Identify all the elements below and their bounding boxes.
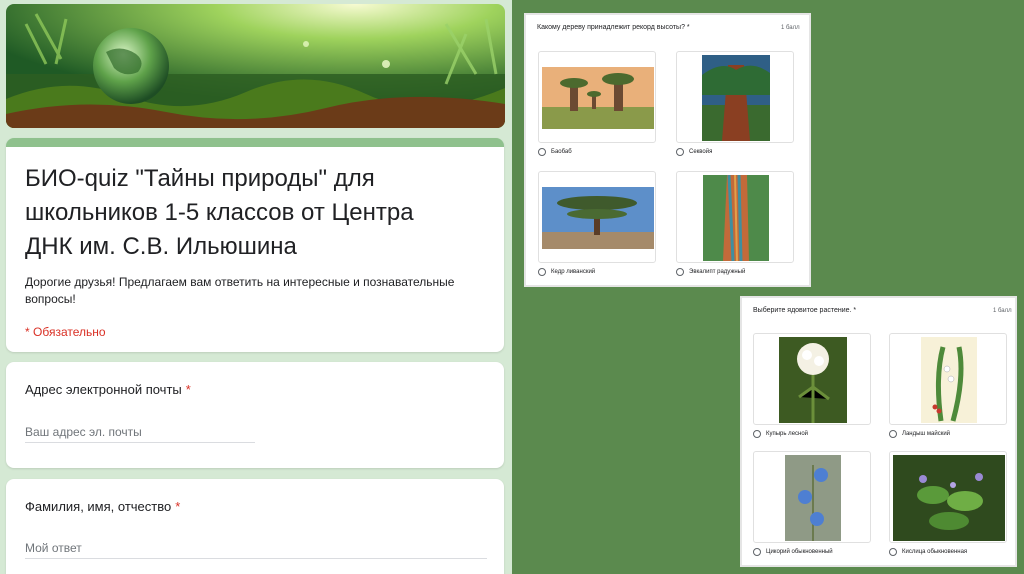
option-label: Купырь лесной: [766, 431, 809, 437]
full-name-question-card: Фамилия, имя, отчество *: [6, 479, 504, 574]
question-text: Какому дереву принадлежит рекорд высоты?…: [537, 24, 690, 31]
header-banner-image: [6, 4, 505, 128]
option-label: Цикорий обыкновенный: [766, 549, 833, 555]
points-label: 1 балл: [781, 25, 800, 31]
nature-globe-illustration: [6, 4, 505, 128]
option-cedar[interactable]: Кедр ливанский: [538, 268, 595, 276]
radio-button[interactable]: [753, 548, 761, 556]
cedar-image[interactable]: [538, 171, 656, 263]
question-label: Адрес электронной почты *: [25, 382, 191, 397]
eucalyptus-image[interactable]: [676, 171, 794, 263]
option-cow-parsley[interactable]: Купырь лесной: [753, 430, 808, 438]
full-name-field[interactable]: [25, 541, 487, 559]
radio-button[interactable]: [753, 430, 761, 438]
option-label: Эвкалипт радужный: [689, 269, 746, 275]
form-description: Дорогие друзья! Предлагаем вам ответить …: [25, 275, 455, 306]
option-lily-of-the-valley[interactable]: Ландыш майский: [889, 430, 950, 438]
option-label: Баобаб: [551, 149, 572, 155]
lily-of-the-valley-image[interactable]: [889, 333, 1007, 425]
form-title: БИО-quiz "Тайны природы" для школьников …: [25, 165, 414, 260]
option-chicory[interactable]: Цикорий обыкновенный: [753, 548, 833, 556]
poisonous-plant-question-card: Выберите ядовитое растение. * 1 балл Куп…: [740, 296, 1017, 567]
radio-button[interactable]: [538, 148, 546, 156]
email-question-card: Адрес электронной почты *: [6, 362, 504, 468]
radio-button[interactable]: [889, 430, 897, 438]
points-label: 1 балл: [993, 308, 1012, 314]
required-star: *: [175, 499, 181, 514]
google-form-panel: БИО-quiz "Тайны природы" для школьников …: [0, 0, 512, 574]
radio-button[interactable]: [889, 548, 897, 556]
cow-parsley-image[interactable]: [753, 333, 871, 425]
question-label: Фамилия, имя, отчество *: [25, 499, 180, 514]
email-field[interactable]: [25, 425, 255, 443]
tree-height-question-card: Какому дереву принадлежит рекорд высоты?…: [524, 13, 811, 287]
option-wood-sorrel[interactable]: Кислица обыкновенная: [889, 548, 967, 556]
option-eucalyptus[interactable]: Эвкалипт радужный: [676, 268, 745, 276]
option-label: Кедр ливанский: [551, 269, 596, 275]
option-label: Секвойя: [689, 149, 713, 155]
form-header-card: БИО-quiz "Тайны природы" для школьников …: [6, 138, 504, 352]
option-label: Кислица обыкновенная: [902, 549, 968, 555]
radio-button[interactable]: [676, 148, 684, 156]
required-note: * Обязательно: [25, 325, 106, 339]
radio-button[interactable]: [538, 268, 546, 276]
question-text: Выберите ядовитое растение. *: [753, 307, 857, 314]
required-star: *: [185, 382, 191, 397]
question-label-text: Фамилия, имя, отчество: [25, 499, 172, 514]
chicory-image[interactable]: [753, 451, 871, 543]
question-label-text: Адрес электронной почты: [25, 382, 182, 397]
radio-button[interactable]: [676, 268, 684, 276]
option-label: Ландыш майский: [902, 431, 951, 437]
sequoia-image[interactable]: [676, 51, 794, 143]
wood-sorrel-image[interactable]: [889, 451, 1007, 543]
baobab-image[interactable]: [538, 51, 656, 143]
option-sequoia[interactable]: Секвойя: [676, 148, 712, 156]
option-baobab[interactable]: Баобаб: [538, 148, 572, 156]
